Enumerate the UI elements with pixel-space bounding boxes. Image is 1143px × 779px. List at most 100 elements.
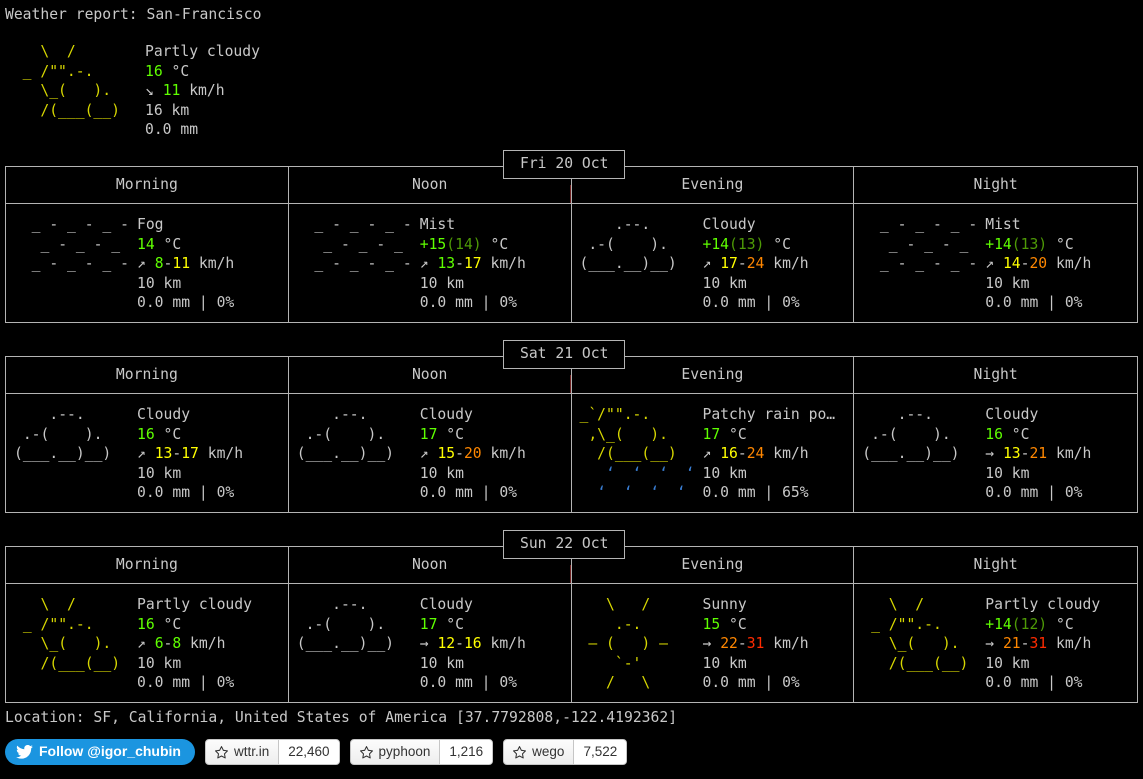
condition-text: Cloudy xyxy=(137,406,191,423)
visibility: 10 km xyxy=(137,654,182,672)
location-line: Location: SF, California, United States … xyxy=(5,709,678,726)
visibility: 10 km xyxy=(419,654,464,672)
condition-text: Sunny xyxy=(702,596,747,613)
current-wind-unit: km/h xyxy=(180,82,225,100)
temperature: 16 °C xyxy=(137,615,182,633)
github-repo-label: wttr.in xyxy=(233,744,270,760)
column-header-night: Night xyxy=(973,176,1018,193)
forecast-details: Patchy rain po… 17 °C ↗ 16-24 km/h 10 km… xyxy=(703,405,836,503)
github-star-count[interactable]: 1,216 xyxy=(439,740,493,764)
temperature: +14(13) °C xyxy=(702,235,791,253)
forecast-cell: _`/"".-. ,\_( ). /(___(__) ‘ ‘ ‘ ‘ ‘ ‘ ‘… xyxy=(572,394,855,512)
star-icon xyxy=(512,745,527,760)
visibility: 10 km xyxy=(702,464,747,482)
wind: ↗ 13-17 km/h xyxy=(137,445,244,463)
temperature: 16 °C xyxy=(137,425,182,443)
twitter-bird-icon xyxy=(16,745,33,759)
weather-icon: _ - _ - _ - _ - _ - _ _ - _ - _ - xyxy=(31,216,129,273)
forecast-cell: \ / .-. – ( ) – `-' / \ Sunny 15 °C → 22-… xyxy=(572,584,855,702)
precipitation: 0.0 mm | 0% xyxy=(985,294,1083,312)
table-body-row: _ - _ - _ - _ - _ - _ _ - _ - _ - Fog 14 … xyxy=(6,204,1137,322)
forecast-details: Partly cloudy 16 °C ↗ 6-8 km/h 10 km 0.0… xyxy=(137,595,252,693)
weather-icon: _`/"".-. ,\_( ). /(___(__) ‘ ‘ ‘ ‘ ‘ ‘ ‘… xyxy=(579,406,695,502)
wind: → 12-16 km/h xyxy=(419,635,526,653)
wind: → 22-31 km/h xyxy=(702,635,809,653)
weather-icon: .--. .-( ). (___.__)__) xyxy=(579,216,677,273)
visibility: 10 km xyxy=(985,464,1030,482)
column-header-night: Night xyxy=(973,366,1018,383)
temperature: +14(13) °C xyxy=(985,235,1074,253)
forecast-details: Mist +15(14) °C ↗ 13-17 km/h 10 km 0.0 m… xyxy=(420,215,526,313)
forecast-details: Fog 14 °C ↗ 8-11 km/h 10 km 0.0 mm | 0% xyxy=(137,215,234,313)
visibility: 10 km xyxy=(985,654,1030,672)
temperature: +14(12) °C xyxy=(985,615,1074,633)
weather-icon: \ / _ /"".-. \_( ). /(___(__) xyxy=(22,596,121,672)
forecast-details: Cloudy +14(13) °C ↗ 17-24 km/h 10 km 0.0… xyxy=(703,215,809,313)
wind: ↗ 8-11 km/h xyxy=(137,255,235,273)
forecast-cell: .--. .-( ). (___.__)__) Cloudy 16 °C → 13… xyxy=(854,394,1137,512)
github-star-count[interactable]: 22,460 xyxy=(278,740,339,764)
star-icon xyxy=(214,745,229,760)
temperature: 16 °C xyxy=(985,425,1030,443)
condition-text: Partly cloudy xyxy=(137,596,252,613)
wind: → 21-31 km/h xyxy=(985,635,1092,653)
date-badge: Sun 22 Oct xyxy=(503,530,626,559)
table-body-row: \ / _ /"".-. \_( ). /(___(__) Partly clou… xyxy=(6,584,1137,702)
github-repo-label: wego xyxy=(532,744,565,760)
github-star-buttons: wttr.in 22,460 pyphoon 1,216 wego 7,522 xyxy=(204,739,628,765)
condition-text: Partly cloudy xyxy=(985,596,1101,613)
github-star-main[interactable]: wttr.in xyxy=(206,740,278,764)
forecast-details: Mist +14(13) °C ↗ 14-20 km/h 10 km 0.0 m… xyxy=(985,215,1091,313)
current-weather-icon: \ / _ /"".-. \_( ). /(___(__) xyxy=(22,43,120,119)
footer-badges: Follow @igor_chubin wttr.in 22,460 pyphoon… xyxy=(5,739,628,765)
condition-text: Cloudy xyxy=(419,406,473,423)
condition-text: Mist xyxy=(419,216,456,233)
forecast-cell: \ / _ /"".-. \_( ). /(___(__) Partly clou… xyxy=(6,584,289,702)
date-badge-tick xyxy=(570,565,571,583)
wind: → 13-21 km/h xyxy=(985,445,1092,463)
weather-icon: \ / .-. – ( ) – `-' / \ xyxy=(588,596,668,692)
current-temperature: 16 xyxy=(145,62,163,80)
wind: ↗ 17-24 km/h xyxy=(702,255,809,273)
precipitation: 0.0 mm | 0% xyxy=(985,484,1083,502)
forecast-table: Morning Noon Evening Night .--. .-( ). (___… xyxy=(5,356,1138,513)
column-header-night: Night xyxy=(973,556,1018,573)
precipitation: 0.0 mm | 0% xyxy=(419,294,518,312)
wind: ↗ 16-24 km/h xyxy=(702,445,809,463)
current-details: Partly cloudy 16 °C ↘ 11 km/h 16 km 0.0 … xyxy=(145,42,260,140)
github-repo-label: pyphoon xyxy=(378,744,431,760)
current-wind-speed: 11 xyxy=(162,82,181,100)
weather-icon: _ - _ - _ - _ - _ - _ _ - _ - _ - xyxy=(879,216,978,273)
forecast-cell: \ / _ /"".-. \_( ). /(___(__) Partly clou… xyxy=(854,584,1137,702)
current-precipitation: 0.0 mm xyxy=(145,121,199,139)
forecast-details: Sunny 15 °C → 22-31 km/h 10 km 0.0 mm | … xyxy=(703,595,809,693)
github-star-count[interactable]: 7,522 xyxy=(573,740,627,764)
page-title: Weather report: San-Francisco xyxy=(5,6,262,23)
twitter-follow-label: Follow @igor_chubin xyxy=(39,743,181,760)
current-visibility: 16 km xyxy=(145,101,190,119)
table-body-row: .--. .-( ). (___.__)__) Cloudy 16 °C ↗ 13… xyxy=(6,394,1137,512)
current-condition: Partly cloudy xyxy=(145,43,260,60)
precipitation: 0.0 mm | 0% xyxy=(137,484,235,502)
github-star-button-wttr-in[interactable]: wttr.in 22,460 xyxy=(204,739,340,765)
precipitation: 0.0 mm | 0% xyxy=(985,674,1083,692)
condition-text: Mist xyxy=(985,216,1021,233)
github-star-button-pyphoon[interactable]: pyphoon 1,216 xyxy=(349,739,494,765)
forecast-details: Cloudy 17 °C ↗ 15-20 km/h 10 km 0.0 mm |… xyxy=(420,405,526,503)
wind: ↗ 14-20 km/h xyxy=(985,255,1092,273)
wind: ↗ 6-8 km/h xyxy=(137,635,226,653)
github-star-main[interactable]: wego xyxy=(504,740,573,764)
condition-text: Fog xyxy=(137,216,164,233)
column-header-morning: Morning xyxy=(6,357,289,393)
date-badge-tick xyxy=(570,375,571,393)
condition-text: Patchy rain po… xyxy=(702,406,836,423)
github-star-button-wego[interactable]: wego 7,522 xyxy=(503,739,628,765)
wind: ↗ 13-17 km/h xyxy=(419,255,526,273)
github-star-main[interactable]: pyphoon xyxy=(351,740,440,764)
precipitation: 0.0 mm | 65% xyxy=(702,484,809,502)
forecast-cell: _ - _ - _ - _ - _ - _ _ - _ - _ - Fog 14 … xyxy=(6,204,289,322)
weather-icon: _ - _ - _ - _ - _ - _ _ - _ - _ - xyxy=(314,216,412,273)
twitter-follow-button[interactable]: Follow @igor_chubin xyxy=(5,739,195,765)
temperature: 17 °C xyxy=(419,615,464,633)
temperature: +15(14) °C xyxy=(419,235,509,253)
